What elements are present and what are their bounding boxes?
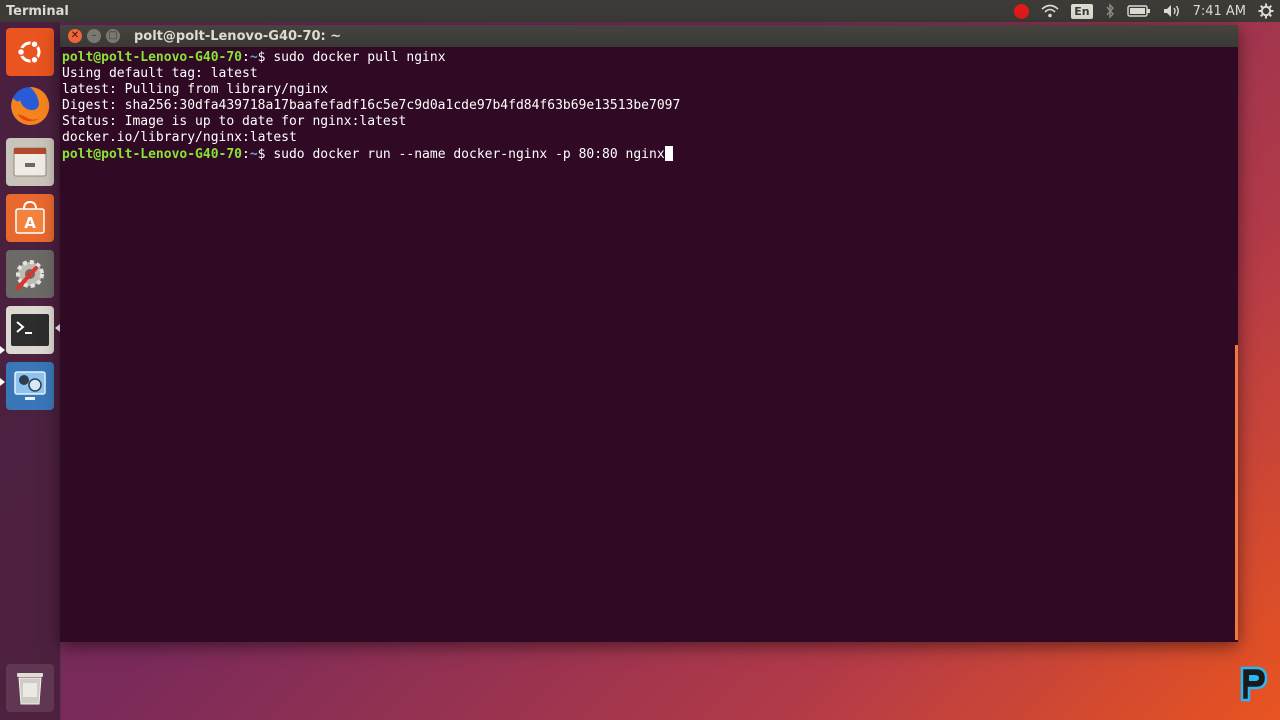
screenshot-running-indicator [0, 378, 5, 386]
clock[interactable]: 7:41 AM [1193, 0, 1246, 22]
settings-gear-icon[interactable] [1258, 0, 1274, 22]
prompt-symbol: $ [257, 50, 274, 65]
channel-logo-icon [1236, 664, 1270, 704]
window-titlebar[interactable]: ✕ – □ polt@polt-Lenovo-G40-70: ~ [60, 25, 1238, 47]
terminal-running-indicator [0, 346, 5, 354]
record-indicator-icon[interactable] [1014, 0, 1030, 22]
terminal-line: docker.io/library/nginx:latest [62, 130, 297, 145]
text-cursor [664, 146, 673, 161]
top-panel: Terminal En 7:41 AM [0, 0, 1280, 22]
active-app-name: Terminal [6, 3, 69, 19]
ubuntu-dash-icon[interactable] [6, 28, 54, 76]
window-minimize-button[interactable]: – [87, 29, 101, 43]
files-icon[interactable] [6, 138, 54, 186]
terminal-window[interactable]: ✕ – □ polt@polt-Lenovo-G40-70: ~ polt@po… [60, 25, 1238, 642]
prompt-user: polt@polt-Lenovo-G40-70 [62, 147, 243, 162]
window-edge-highlight [1235, 345, 1238, 640]
terminal-line: Digest: sha256:30dfa439718a17baafefadf16… [62, 98, 681, 113]
terminal-line: polt@polt-Lenovo-G40-70:~$ sudo docker r… [62, 146, 1232, 163]
svg-text:A: A [24, 214, 36, 232]
battery-icon[interactable] [1126, 0, 1151, 22]
indicator-area: En 7:41 AM [1008, 0, 1280, 22]
prompt-path: ~ [249, 147, 258, 162]
window-close-button[interactable]: ✕ [68, 29, 82, 43]
system-settings-icon[interactable] [6, 250, 54, 298]
terminal-line: latest: Pulling from library/nginx [62, 82, 329, 97]
command-text: sudo docker run --name docker-nginx -p 8… [273, 147, 665, 162]
prompt-path: ~ [249, 50, 258, 65]
wifi-icon[interactable] [1041, 0, 1059, 22]
terminal-output[interactable]: polt@polt-Lenovo-G40-70:~$ sudo docker p… [62, 50, 1232, 640]
trash-icon[interactable] [6, 664, 54, 712]
volume-icon[interactable] [1163, 0, 1181, 22]
terminal-line: polt@polt-Lenovo-G40-70:~$ sudo docker p… [62, 50, 446, 65]
software-center-icon[interactable]: A [6, 194, 54, 242]
window-maximize-button[interactable]: □ [106, 29, 120, 43]
keyboard-layout-icon[interactable]: En [1071, 0, 1093, 22]
firefox-icon[interactable] [6, 82, 54, 130]
screenshot-tool-icon[interactable] [6, 362, 54, 410]
terminal-line: Status: Image is up to date for nginx:la… [62, 114, 407, 129]
launcher: A [0, 22, 61, 720]
terminal-line: Using default tag: latest [62, 66, 258, 81]
bluetooth-icon[interactable] [1105, 0, 1115, 22]
command-text: sudo docker pull nginx [273, 50, 446, 65]
terminal-icon[interactable] [6, 306, 54, 354]
prompt-user: polt@polt-Lenovo-G40-70 [62, 50, 243, 65]
prompt-symbol: $ [257, 147, 274, 162]
window-title: polt@polt-Lenovo-G40-70: ~ [134, 28, 342, 44]
